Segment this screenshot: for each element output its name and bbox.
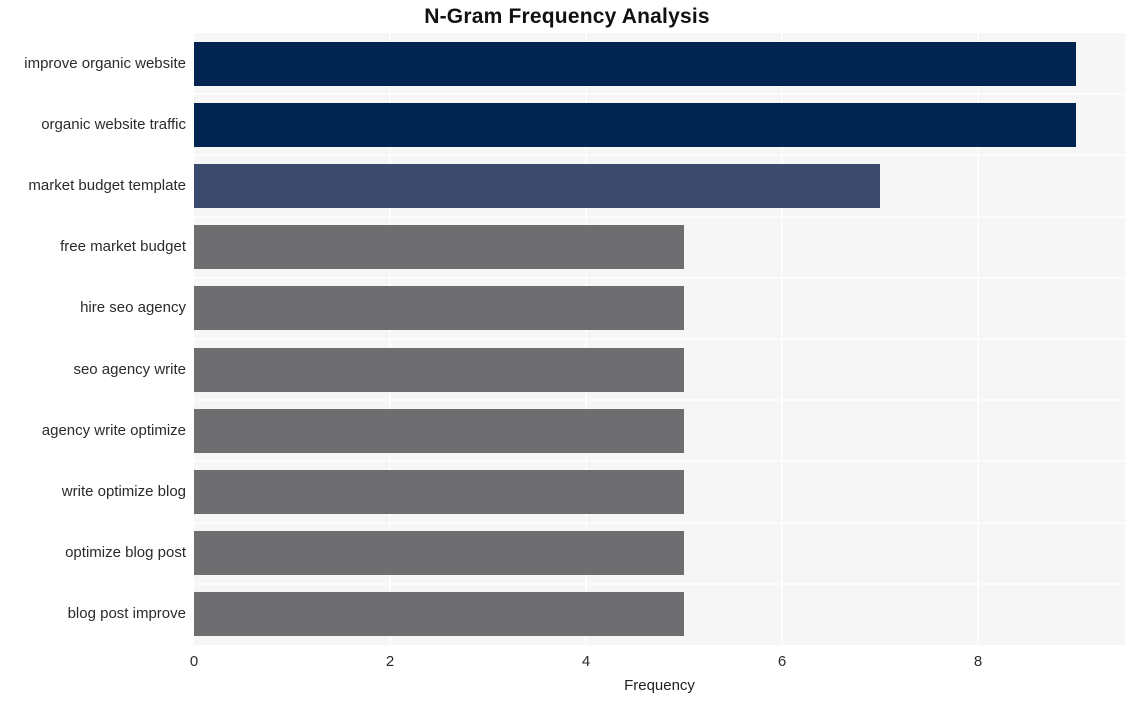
bar (194, 531, 684, 576)
bar (194, 41, 1076, 86)
y-axis-tick-label: market budget template (28, 177, 186, 194)
chart-figure: N-Gram Frequency Analysis improve organi… (0, 0, 1134, 701)
horizontal-gridline (194, 582, 1125, 585)
x-axis-tick-label: 2 (385, 653, 395, 670)
y-axis-tick-label: write optimize blog (61, 483, 186, 500)
y-axis-tick-label: hire seo agency (80, 299, 186, 317)
x-axis: Frequency 0 2 4 6 8 (0, 645, 1134, 701)
horizontal-gridline (194, 460, 1125, 463)
bar (194, 286, 684, 331)
x-axis-label: Frequency (624, 677, 695, 694)
x-axis-tick-label: 0 (189, 653, 199, 670)
y-axis-tick-label: optimize blog post (65, 544, 186, 562)
bar (194, 470, 684, 514)
horizontal-gridline (194, 276, 1125, 279)
y-axis-tick-label: seo agency write (73, 360, 186, 378)
horizontal-gridline (194, 399, 1125, 402)
bar (194, 347, 684, 392)
bar (194, 102, 1076, 147)
x-axis-tick-label: 4 (581, 653, 591, 670)
horizontal-gridline (194, 93, 1125, 96)
y-axis-tick-labels: improve organic website organic website t… (0, 33, 186, 645)
y-axis-tick-label: organic website traffic (41, 115, 186, 133)
y-axis-tick-label: free market budget (60, 238, 186, 256)
x-axis-tick-label: 6 (777, 653, 787, 670)
horizontal-gridline (194, 215, 1125, 218)
y-axis-tick-label: improve organic website (24, 54, 186, 72)
horizontal-gridline (194, 154, 1125, 157)
bar (194, 592, 684, 637)
x-axis-tick-label: 8 (973, 653, 983, 670)
chart-title: N-Gram Frequency Analysis (424, 5, 710, 28)
bar (194, 408, 684, 453)
horizontal-gridline (194, 521, 1125, 524)
horizontal-gridline (194, 338, 1125, 340)
y-axis-tick-label: blog post improve (67, 605, 186, 623)
y-axis-tick-label: agency write optimize (41, 421, 186, 439)
bar (194, 164, 880, 208)
bar (194, 225, 684, 270)
plot-area (194, 33, 1125, 645)
